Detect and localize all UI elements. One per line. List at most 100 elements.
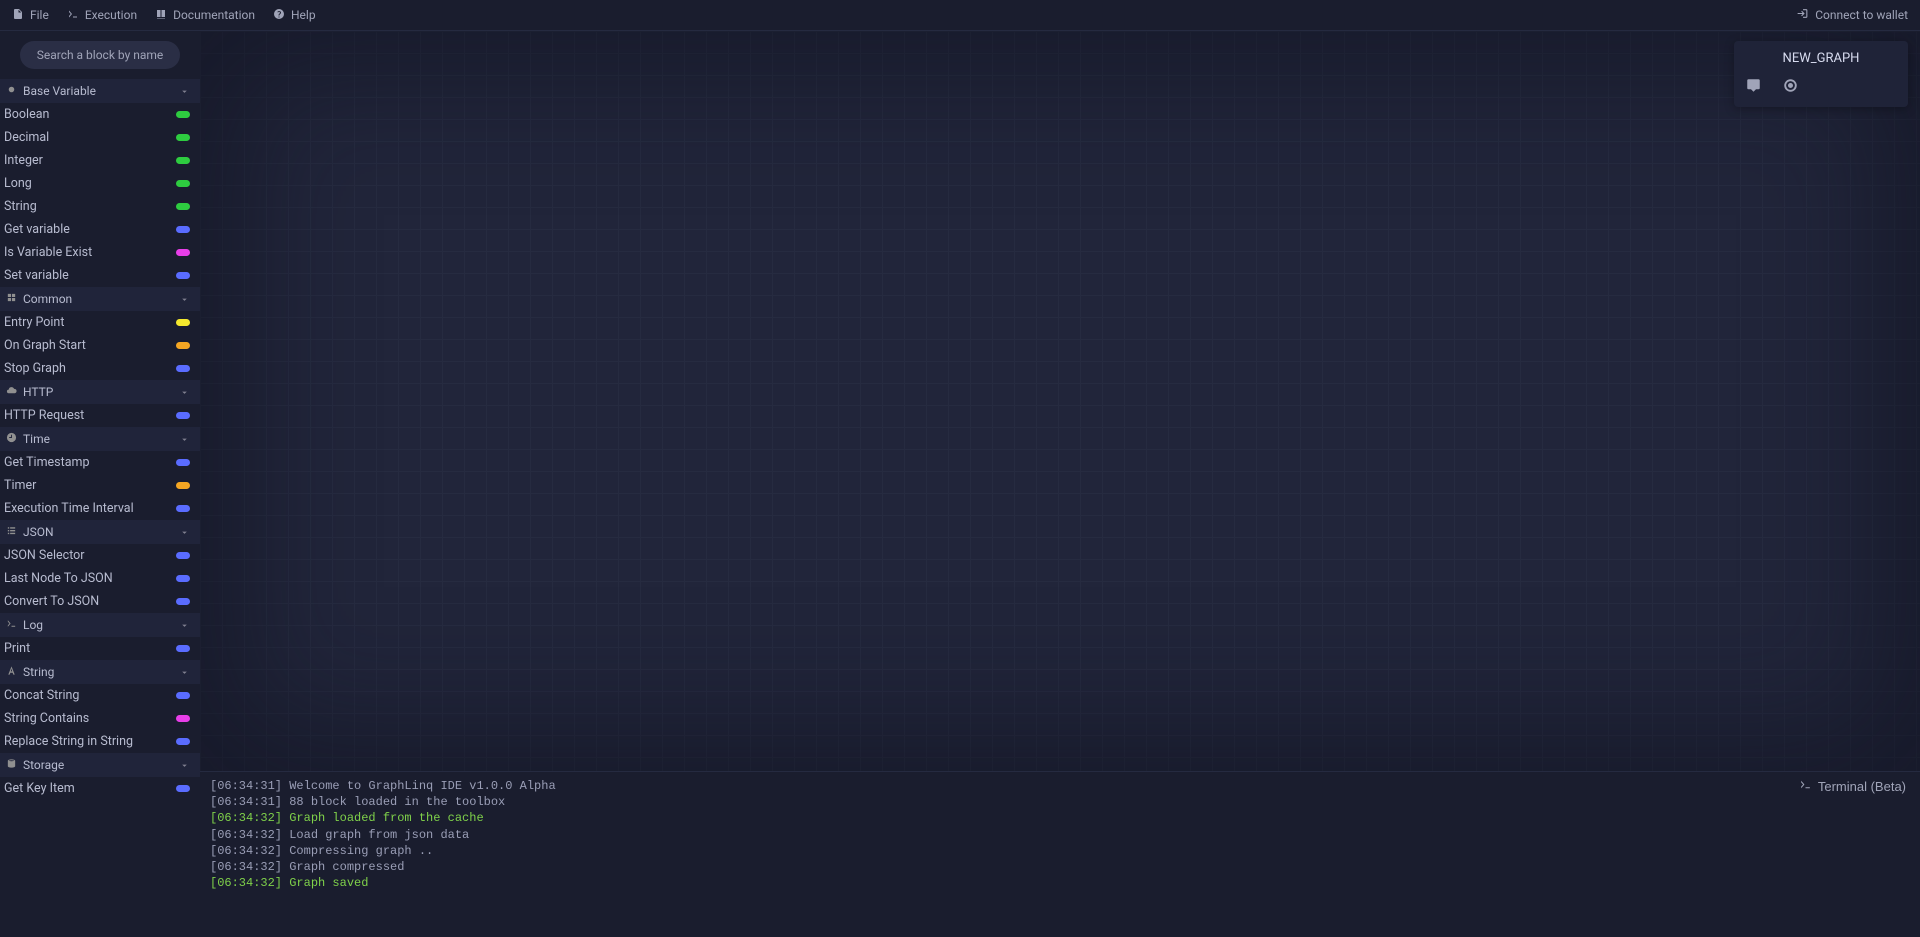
block-item[interactable]: Last Node To JSON bbox=[0, 567, 200, 590]
category-http[interactable]: HTTP bbox=[0, 380, 200, 404]
color-pill bbox=[176, 412, 190, 419]
category-string[interactable]: String bbox=[0, 660, 200, 684]
block-item[interactable]: Integer bbox=[0, 149, 200, 172]
block-item[interactable]: Concat String bbox=[0, 684, 200, 707]
block-label: Get Key Item bbox=[4, 781, 75, 796]
menu-documentation-label: Documentation bbox=[173, 8, 255, 22]
block-label: Is Variable Exist bbox=[4, 245, 92, 260]
chevron-down-icon bbox=[179, 760, 190, 771]
category-base-variable[interactable]: Base Variable bbox=[0, 79, 200, 103]
comment-icon[interactable] bbox=[1746, 78, 1761, 97]
menu-file-label: File bbox=[30, 8, 49, 22]
block-label: Replace String in String bbox=[4, 734, 133, 749]
list-icon bbox=[6, 525, 17, 539]
category-label: Log bbox=[23, 618, 43, 632]
color-pill bbox=[176, 482, 190, 489]
login-icon bbox=[1796, 7, 1809, 23]
block-item[interactable]: String Contains bbox=[0, 707, 200, 730]
terminal-line: [06:34:32] Load graph from json data bbox=[210, 827, 1910, 843]
block-item[interactable]: Timer bbox=[0, 474, 200, 497]
graph-title: NEW_GRAPH bbox=[1746, 51, 1896, 66]
target-icon[interactable] bbox=[1783, 78, 1798, 97]
color-pill bbox=[176, 598, 190, 605]
category-label: HTTP bbox=[23, 385, 53, 399]
menu-documentation[interactable]: Documentation bbox=[155, 8, 255, 23]
category-time[interactable]: Time bbox=[0, 427, 200, 451]
block-item[interactable]: HTTP Request bbox=[0, 404, 200, 427]
connect-wallet-button[interactable]: Connect to wallet bbox=[1796, 7, 1908, 23]
color-pill bbox=[176, 552, 190, 559]
block-item[interactable]: Entry Point bbox=[0, 311, 200, 334]
color-pill bbox=[176, 365, 190, 372]
block-item[interactable]: On Graph Start bbox=[0, 334, 200, 357]
category-common[interactable]: Common bbox=[0, 287, 200, 311]
block-item[interactable]: Get Timestamp bbox=[0, 451, 200, 474]
block-label: Get variable bbox=[4, 222, 70, 237]
menu-file[interactable]: File bbox=[12, 8, 49, 23]
category-label: Base Variable bbox=[23, 84, 96, 98]
block-item[interactable]: Boolean bbox=[0, 103, 200, 126]
color-pill bbox=[176, 785, 190, 792]
color-pill bbox=[176, 715, 190, 722]
block-label: Boolean bbox=[4, 107, 49, 122]
menu-help-label: Help bbox=[291, 8, 316, 22]
block-item[interactable]: Long bbox=[0, 172, 200, 195]
color-pill bbox=[176, 111, 190, 118]
block-item[interactable]: Get variable bbox=[0, 218, 200, 241]
menu-help[interactable]: Help bbox=[273, 8, 316, 23]
circle-icon bbox=[6, 84, 17, 98]
color-pill bbox=[176, 645, 190, 652]
category-label: Time bbox=[23, 432, 50, 446]
color-pill bbox=[176, 226, 190, 233]
menu-execution[interactable]: Execution bbox=[67, 8, 137, 23]
block-item[interactable]: Get Key Item bbox=[0, 777, 200, 800]
terminal-icon bbox=[1799, 778, 1812, 796]
block-item[interactable]: JSON Selector bbox=[0, 544, 200, 567]
block-item[interactable]: Replace String in String bbox=[0, 730, 200, 753]
color-pill bbox=[176, 157, 190, 164]
chevron-down-icon bbox=[179, 294, 190, 305]
block-label: Concat String bbox=[4, 688, 79, 703]
chevron-down-icon bbox=[179, 387, 190, 398]
chevron-down-icon bbox=[179, 434, 190, 445]
block-item[interactable]: Convert To JSON bbox=[0, 590, 200, 613]
block-label: Decimal bbox=[4, 130, 49, 145]
graph-canvas[interactable]: NEW_GRAPH bbox=[200, 31, 1920, 771]
block-label: Timer bbox=[4, 478, 36, 493]
block-item[interactable]: Print bbox=[0, 637, 200, 660]
topbar: File Execution Documentation Help Connec… bbox=[0, 0, 1920, 31]
block-label: Get Timestamp bbox=[4, 455, 90, 470]
block-item[interactable]: String bbox=[0, 195, 200, 218]
connect-wallet-label: Connect to wallet bbox=[1815, 8, 1908, 22]
sidebar[interactable]: Search a block by name Base Variable Boo… bbox=[0, 31, 200, 937]
block-item[interactable]: Set variable bbox=[0, 264, 200, 287]
cloud-icon bbox=[6, 385, 17, 399]
color-pill bbox=[176, 249, 190, 256]
block-item[interactable]: Stop Graph bbox=[0, 357, 200, 380]
terminal-line: [06:34:32] Compressing graph .. bbox=[210, 843, 1910, 859]
category-storage[interactable]: Storage bbox=[0, 753, 200, 777]
color-pill bbox=[176, 505, 190, 512]
block-label: Stop Graph bbox=[4, 361, 66, 376]
file-icon bbox=[12, 8, 24, 23]
search-input[interactable]: Search a block by name bbox=[20, 41, 180, 69]
category-json[interactable]: JSON bbox=[0, 520, 200, 544]
terminal-label[interactable]: Terminal (Beta) bbox=[1799, 778, 1906, 796]
block-label: String bbox=[4, 199, 37, 214]
block-item[interactable]: Execution Time Interval bbox=[0, 497, 200, 520]
menu-execution-label: Execution bbox=[85, 8, 137, 22]
block-label: Integer bbox=[4, 153, 43, 168]
color-pill bbox=[176, 459, 190, 466]
terminal-line: [06:34:31] Welcome to GraphLinq IDE v1.0… bbox=[210, 778, 1910, 794]
block-label: Execution Time Interval bbox=[4, 501, 134, 516]
clock-icon bbox=[6, 432, 17, 446]
block-label: Set variable bbox=[4, 268, 69, 283]
block-item[interactable]: Is Variable Exist bbox=[0, 241, 200, 264]
color-pill bbox=[176, 575, 190, 582]
color-pill bbox=[176, 203, 190, 210]
block-item[interactable]: Decimal bbox=[0, 126, 200, 149]
terminal-icon bbox=[67, 8, 79, 23]
category-log[interactable]: Log bbox=[0, 613, 200, 637]
chevron-down-icon bbox=[179, 86, 190, 97]
color-pill bbox=[176, 738, 190, 745]
